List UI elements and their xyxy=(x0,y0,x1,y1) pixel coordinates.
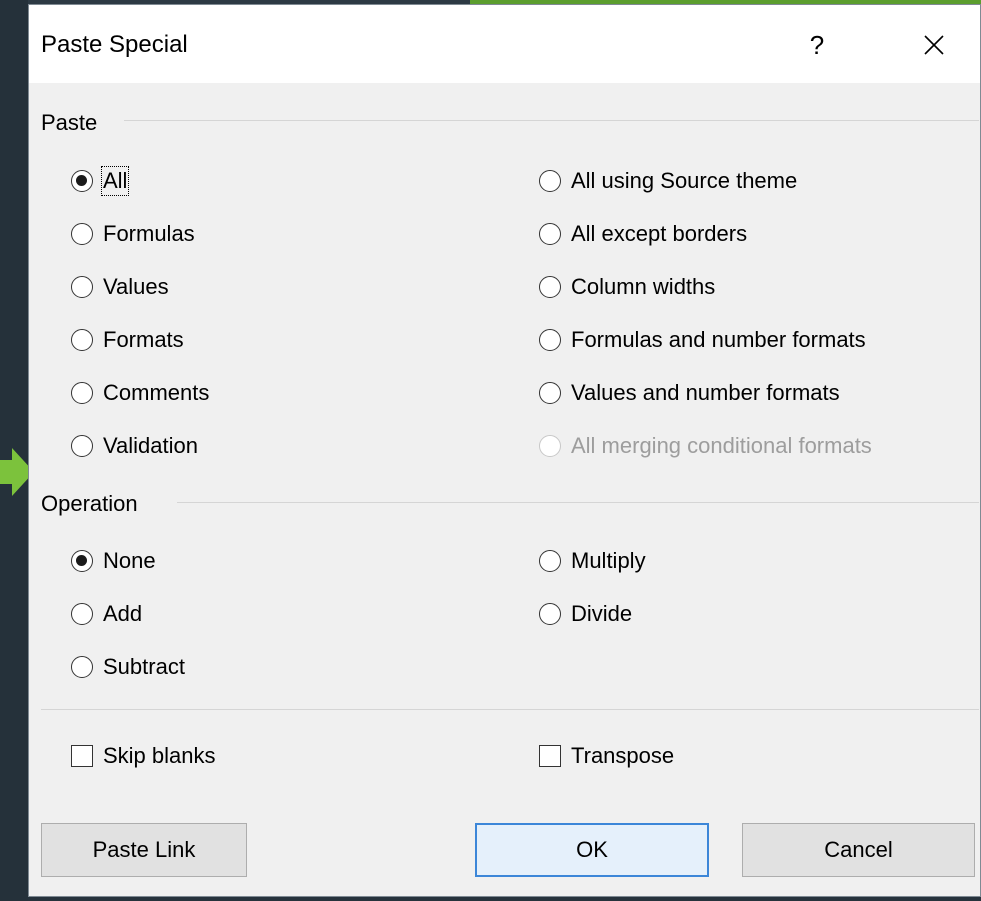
paste-option-column-widths[interactable]: Column widths xyxy=(539,270,715,304)
radio-button[interactable] xyxy=(71,329,93,351)
paste-option-values-and-number-formats[interactable]: Values and number formats xyxy=(539,376,840,410)
option-label: Formulas and number formats xyxy=(571,327,866,352)
paste-option-all-except-borders[interactable]: All except borders xyxy=(539,217,747,251)
option-label: Multiply xyxy=(571,548,646,573)
checkbox-label: Transpose xyxy=(571,743,675,768)
operation-option-multiply[interactable]: Multiply xyxy=(539,544,646,578)
radio-button[interactable] xyxy=(71,276,93,298)
paste-option-formulas-and-number-formats[interactable]: Formulas and number formats xyxy=(539,323,866,357)
option-label: Comments xyxy=(103,380,210,405)
option-label: All using Source theme xyxy=(571,168,798,193)
operation-group-divider xyxy=(177,502,979,503)
ok-button[interactable]: OK xyxy=(475,823,709,877)
radio-button[interactable] xyxy=(71,170,93,192)
paste-option-all[interactable]: All xyxy=(71,164,130,198)
paste-link-button[interactable]: Paste Link xyxy=(41,823,247,877)
operation-option-none[interactable]: None xyxy=(71,544,156,578)
radio-button[interactable] xyxy=(539,276,561,298)
option-label: Validation xyxy=(103,433,198,458)
dialog-title: Paste Special xyxy=(41,31,188,58)
close-button[interactable] xyxy=(909,23,959,67)
paste-group-label: Paste xyxy=(41,110,98,135)
option-label: Formats xyxy=(103,327,184,352)
radio-button[interactable] xyxy=(539,382,561,404)
close-icon xyxy=(924,35,944,55)
checkbox-label: Skip blanks xyxy=(103,743,216,768)
radio-button[interactable] xyxy=(71,382,93,404)
paste-option-formulas[interactable]: Formulas xyxy=(71,217,195,251)
radio-button[interactable] xyxy=(539,223,561,245)
paste-option-formats[interactable]: Formats xyxy=(71,323,184,357)
radio-button[interactable] xyxy=(71,656,93,678)
paste-option-comments[interactable]: Comments xyxy=(71,376,209,410)
radio-button[interactable] xyxy=(539,170,561,192)
section-separator xyxy=(41,709,979,710)
title-bar: Paste Special ? xyxy=(29,5,980,83)
operation-option-add[interactable]: Add xyxy=(71,597,142,631)
option-label: All except borders xyxy=(571,221,748,246)
paste-option-values[interactable]: Values xyxy=(71,270,169,304)
operation-option-divide[interactable]: Divide xyxy=(539,597,632,631)
checkbox[interactable] xyxy=(71,745,93,767)
option-label: Column widths xyxy=(571,274,716,299)
radio-button[interactable] xyxy=(539,603,561,625)
option-label: All merging conditional formats xyxy=(571,433,872,458)
option-label: Add xyxy=(103,601,143,626)
option-label: None xyxy=(103,548,156,573)
radio-button xyxy=(539,435,561,457)
operation-group-label: Operation xyxy=(41,491,138,516)
paste-group-divider xyxy=(124,120,979,121)
transpose-checkbox[interactable]: Transpose xyxy=(539,739,674,773)
radio-button[interactable] xyxy=(539,550,561,572)
radio-button[interactable] xyxy=(71,223,93,245)
radio-button[interactable] xyxy=(71,550,93,572)
operation-option-subtract[interactable]: Subtract xyxy=(71,650,185,684)
option-label: Divide xyxy=(571,601,633,626)
radio-button[interactable] xyxy=(71,603,93,625)
option-label: Subtract xyxy=(103,654,185,679)
radio-button[interactable] xyxy=(71,435,93,457)
radio-button[interactable] xyxy=(539,329,561,351)
paste-option-all-using-source-theme[interactable]: All using Source theme xyxy=(539,164,797,198)
option-label: Formulas xyxy=(103,221,195,246)
option-label: All xyxy=(100,166,130,196)
skip-blanks-checkbox[interactable]: Skip blanks xyxy=(71,739,216,773)
help-button[interactable]: ? xyxy=(797,23,837,67)
cancel-button[interactable]: Cancel xyxy=(742,823,975,877)
checkbox[interactable] xyxy=(539,745,561,767)
option-label: Values xyxy=(103,274,169,299)
paste-option-all-merging-conditional-formats: All merging conditional formats xyxy=(539,429,872,463)
paste-special-dialog: Paste Special ? Paste All Formulas Value… xyxy=(28,4,981,897)
paste-option-validation[interactable]: Validation xyxy=(71,429,198,463)
option-label: Values and number formats xyxy=(571,380,840,405)
